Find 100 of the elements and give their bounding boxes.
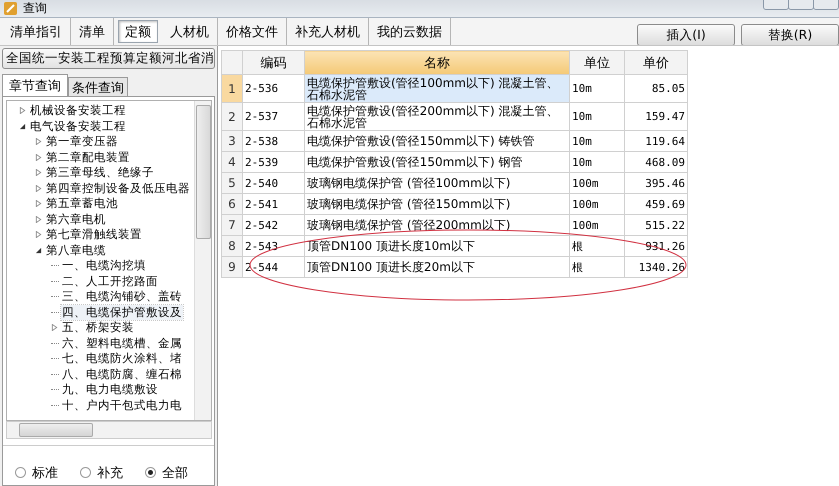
tab[interactable]: 定额 xyxy=(118,20,158,43)
table-cell: 459.69 xyxy=(624,194,688,214)
table-cell: 2-543 xyxy=(242,236,304,256)
tree-item[interactable]: 第四章控制设备及低压电器 xyxy=(45,180,191,196)
tab[interactable]: 清单 xyxy=(71,18,114,45)
tree-item[interactable]: 第一章变压器 xyxy=(45,134,119,150)
tree-item[interactable]: 七、电缆防火涂料、堵 xyxy=(61,351,183,366)
row-number[interactable]: 3 xyxy=(222,130,242,152)
collapsed-triangle-icon[interactable] xyxy=(35,169,42,176)
tree-item[interactable]: 第三章母线、绝缘子 xyxy=(45,165,155,180)
collapsed-triangle-icon[interactable] xyxy=(19,107,26,114)
tab[interactable]: 我的云数据 xyxy=(369,18,451,45)
expanded-triangle-icon[interactable] xyxy=(35,246,42,254)
table-cell: 电缆保护管敷设(管径100mm以下) 混凝土管、石棉水泥管 xyxy=(304,74,570,102)
tree-item[interactable]: 五、桥架安装 xyxy=(61,320,135,336)
tree-item[interactable]: 第二章配电装置 xyxy=(45,150,131,165)
row-number[interactable]: 5 xyxy=(222,172,242,194)
column-header[interactable]: 单价 xyxy=(624,50,688,74)
column-header[interactable]: 编码 xyxy=(242,50,304,74)
table-cell: 顶管DN100 顶进长度20m以下 xyxy=(304,256,570,278)
table-cell: 电缆保护管敷设(管径150mm以下) 钢管 xyxy=(304,152,570,172)
collapsed-triangle-icon[interactable] xyxy=(35,184,42,192)
table-cell: 电缆保护管敷设(管径200mm以下) 混凝土管、石棉水泥管 xyxy=(304,102,570,130)
table-cell: 电缆保护管敷设(管径150mm以下) 铸铁管 xyxy=(304,130,570,152)
filter-radio[interactable]: 补充 xyxy=(80,460,123,485)
window-title: 查询 xyxy=(23,1,47,16)
table-cell: 2-537 xyxy=(242,102,304,130)
row-number[interactable]: 1 xyxy=(222,74,242,102)
tree-item[interactable]: 十、户内干包式电力电 xyxy=(61,398,183,413)
column-header[interactable]: 名称 xyxy=(304,50,570,74)
row-number[interactable]: 2 xyxy=(222,102,242,130)
collapsed-triangle-icon[interactable] xyxy=(35,216,42,223)
tree-item[interactable]: 六、塑料电缆槽、金属 xyxy=(61,336,183,351)
tree-item[interactable]: 八、电缆防腐、缠石棉 xyxy=(61,366,183,382)
table-cell: 2-541 xyxy=(242,194,304,214)
table-cell: 159.47 xyxy=(624,102,688,130)
collapsed-triangle-icon[interactable] xyxy=(51,324,58,332)
tree-item[interactable]: 机械设备安装工程 xyxy=(29,103,127,118)
tree-item[interactable]: 九、电力电缆敷设 xyxy=(61,382,159,398)
library-dropdown[interactable]: 全国统一安装工程预算定额河北省消 xyxy=(2,48,215,69)
table-cell: 931.26 xyxy=(624,236,688,256)
tree-item[interactable]: 电气设备安装工程 xyxy=(29,118,127,134)
sub-tab[interactable]: 条件查询 xyxy=(68,77,128,96)
table-cell: 顶管DN100 顶进长度10m以下 xyxy=(304,236,570,256)
row-number[interactable]: 7 xyxy=(222,214,242,236)
table-cell: 10m xyxy=(570,152,624,172)
tree-item[interactable]: 第八章电缆 xyxy=(45,242,107,258)
table-cell: 2-539 xyxy=(242,152,304,172)
table-cell: 395.46 xyxy=(624,172,688,194)
tab[interactable]: 补充人材机 xyxy=(287,18,369,45)
table-cell: 玻璃钢电缆保护管 (管径200mm以下) xyxy=(304,214,570,236)
action-button[interactable]: 插入(I) xyxy=(637,24,735,46)
filter-radio[interactable]: 全部 xyxy=(145,460,188,485)
table-cell: 515.22 xyxy=(624,214,688,236)
table-cell: 根 xyxy=(570,256,624,278)
row-number[interactable]: 6 xyxy=(222,194,242,214)
table-cell: 1340.26 xyxy=(624,256,688,278)
tab[interactable]: 清单指引 xyxy=(2,18,71,45)
tree-item[interactable]: 第五章蓄电池 xyxy=(45,196,119,212)
table-cell: 根 xyxy=(570,236,624,256)
tab[interactable]: 价格文件 xyxy=(218,18,287,45)
tab[interactable]: 人材机 xyxy=(162,18,218,45)
table-cell: 100m xyxy=(570,214,624,236)
table-cell: 2-542 xyxy=(242,214,304,236)
tree-item[interactable]: 第七章滑触线装置 xyxy=(45,227,143,242)
column-header[interactable]: 单位 xyxy=(570,50,624,74)
tree-item[interactable]: 一、电缆沟挖填 xyxy=(61,258,147,274)
table-cell: 10m xyxy=(570,74,624,102)
tree-item[interactable]: 三、电缆沟铺砂、盖砖 xyxy=(61,289,183,304)
sub-tab[interactable]: 章节查询 xyxy=(2,74,68,96)
radio-circle-icon[interactable] xyxy=(145,467,156,478)
table-cell: 10m xyxy=(570,130,624,152)
table-cell: 玻璃钢电缆保护管 (管径100mm以下) xyxy=(304,172,570,194)
horizontal-scrollbar[interactable] xyxy=(6,421,212,440)
tree-item[interactable]: 四、电缆保护管敷设及 xyxy=(61,304,183,320)
row-number[interactable]: 4 xyxy=(222,152,242,172)
filter-radio[interactable]: 标准 xyxy=(15,460,58,485)
table-cell: 85.05 xyxy=(624,74,688,102)
action-button[interactable]: 替换(R) xyxy=(741,24,839,46)
table-cell: 2-540 xyxy=(242,172,304,194)
row-number[interactable]: 9 xyxy=(222,256,242,278)
tree-item[interactable]: 第六章电机 xyxy=(45,212,107,227)
collapsed-triangle-icon[interactable] xyxy=(35,154,42,161)
table-cell: 2-538 xyxy=(242,130,304,152)
radio-circle-icon[interactable] xyxy=(80,467,91,478)
collapsed-triangle-icon[interactable] xyxy=(35,231,42,238)
vertical-scrollbar[interactable] xyxy=(194,101,211,420)
tree-item[interactable]: 二、人工开挖路面 xyxy=(61,274,159,289)
app-icon xyxy=(4,2,17,15)
expanded-triangle-icon[interactable] xyxy=(19,122,26,130)
row-number[interactable]: 8 xyxy=(222,236,242,256)
collapsed-triangle-icon[interactable] xyxy=(35,138,42,146)
table-cell: 玻璃钢电缆保护管 (管径150mm以下) xyxy=(304,194,570,214)
table-cell: 100m xyxy=(570,194,624,214)
radio-circle-icon[interactable] xyxy=(15,467,26,478)
collapsed-triangle-icon[interactable] xyxy=(35,200,42,208)
table-cell: 119.64 xyxy=(624,130,688,152)
table-cell: 468.09 xyxy=(624,152,688,172)
table-cell: 100m xyxy=(570,172,624,194)
table-cell: 10m xyxy=(570,102,624,130)
